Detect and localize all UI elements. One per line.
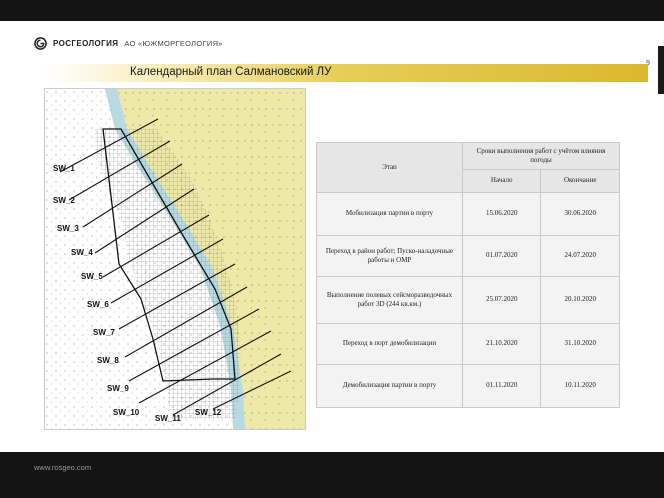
- row-stage: Переход в порт демобилизации: [316, 323, 463, 365]
- header-stage: Этап: [316, 142, 463, 193]
- profile-label: SW_9: [107, 384, 129, 393]
- logo-name: РОСГЕОЛОГИЯ: [53, 39, 119, 48]
- row-stage: Демобилизация партии в порту: [316, 364, 463, 408]
- row-start: 25.07.2020: [461, 276, 542, 324]
- header-end: Окончание: [540, 169, 620, 193]
- company-logo: РОСГЕОЛОГИЯ АО «ЮЖМОРГЕОЛОГИЯ»: [34, 37, 223, 50]
- table-row: Мобилизация партии в порту 15.06.2020 30…: [316, 192, 620, 236]
- table-row: Переход в район работ; Пуско-наладочные …: [316, 235, 620, 277]
- header-start: Начало: [461, 169, 542, 193]
- footer-bar: [0, 452, 664, 498]
- row-end: 31.10.2020: [540, 323, 620, 365]
- row-stage: Выполнение полевых сейсморазведочных раб…: [316, 276, 463, 324]
- logo-subsidiary: АО «ЮЖМОРГЕОЛОГИЯ»: [124, 39, 223, 48]
- profile-label: SW_6: [87, 300, 109, 309]
- header-period: Сроки выполнения работ с учётом влияния …: [461, 142, 621, 170]
- row-end: 24.07.2020: [540, 235, 620, 277]
- table-row: Выполнение полевых сейсморазведочных раб…: [316, 276, 620, 324]
- logo-mark-icon: [34, 37, 47, 50]
- profile-label: SW_7: [93, 328, 115, 337]
- profile-label: SW_4: [71, 248, 93, 257]
- row-end: 20.10.2020: [540, 276, 620, 324]
- row-stage: Мобилизация партии в порту: [316, 192, 463, 236]
- row-end: 30.06.2020: [540, 192, 620, 236]
- table-row: Демобилизация партии в порту 01.11.2020 …: [316, 364, 620, 408]
- profile-label: SW_8: [97, 356, 119, 365]
- row-start: 21.10.2020: [461, 323, 542, 365]
- profile-label: SW_10: [113, 408, 140, 417]
- table-header-row: Этап Сроки выполнения работ с учётом вли…: [316, 142, 621, 193]
- slide-title: Календарный план Салмановский ЛУ: [130, 66, 332, 78]
- row-end: 10.11.2020: [540, 364, 620, 408]
- survey-area-map: SW_1 SW_2 SW_3 SW_4 SW_5 SW_6 SW_7 SW_8 …: [44, 88, 306, 430]
- top-bar: [0, 0, 664, 21]
- right-edge-tab: [658, 46, 664, 94]
- profile-label: SW_12: [195, 408, 222, 417]
- profile-label: SW_3: [57, 224, 79, 233]
- footer-url[interactable]: www.rosgeo.com: [34, 463, 91, 472]
- profile-label: SW_11: [155, 414, 181, 423]
- row-start: 01.07.2020: [461, 235, 542, 277]
- profile-label: SW_5: [81, 272, 103, 281]
- table-row: Переход в порт демобилизации 21.10.2020 …: [316, 323, 620, 365]
- profile-label: SW_1: [53, 164, 75, 173]
- row-stage: Переход в район работ; Пуско-наладочные …: [316, 235, 463, 277]
- schedule-table: Этап Сроки выполнения работ с учётом вли…: [316, 142, 621, 408]
- row-start: 15.06.2020: [461, 192, 542, 236]
- profile-label: SW_2: [53, 196, 75, 205]
- map-canvas: SW_1 SW_2 SW_3 SW_4 SW_5 SW_6 SW_7 SW_8 …: [45, 89, 305, 429]
- row-start: 01.11.2020: [461, 364, 542, 408]
